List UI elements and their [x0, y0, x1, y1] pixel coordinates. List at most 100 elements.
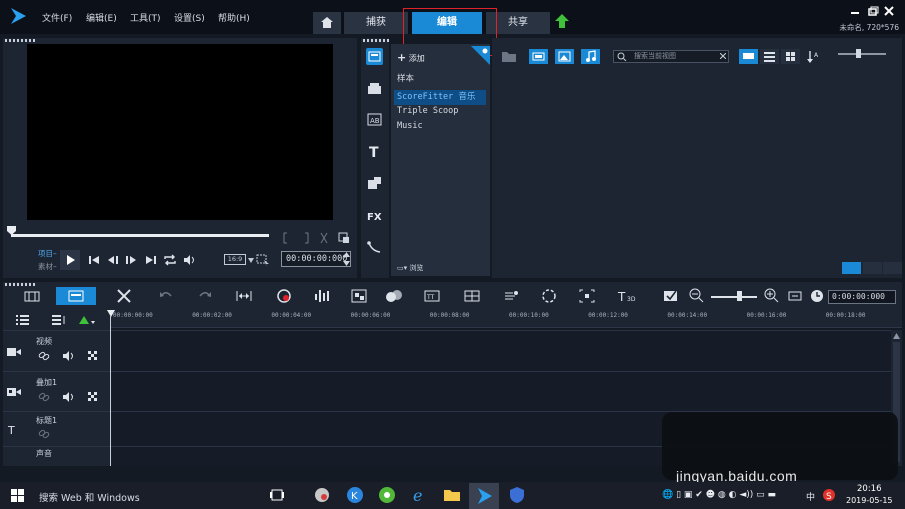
timeline-grip[interactable]: [5, 283, 35, 286]
show-photos-button[interactable]: [555, 49, 574, 64]
browse-button[interactable]: ▭▾ 浏览: [397, 263, 423, 273]
enable-ripple-icon[interactable]: [79, 315, 95, 325]
scrub-bar[interactable]: [11, 234, 269, 237]
multicam-icon[interactable]: TT: [423, 287, 441, 305]
timecode-stepper[interactable]: [343, 252, 350, 266]
record-capture-icon[interactable]: [275, 287, 293, 305]
zoom-slider[interactable]: [711, 296, 757, 298]
mask-icon[interactable]: [540, 287, 558, 305]
library-item[interactable]: ScoreFitter 音乐: [394, 90, 486, 105]
list-view-button[interactable]: [760, 49, 779, 64]
menu-edit[interactable]: 编辑(E): [86, 11, 117, 24]
toolbox-icon[interactable]: [115, 287, 133, 305]
app-icon-1[interactable]: [313, 486, 331, 504]
menu-file[interactable]: 文件(F): [42, 11, 72, 24]
split-clip-icon[interactable]: [320, 232, 328, 244]
chapter-point-icon[interactable]: [52, 314, 66, 326]
media-library-button[interactable]: [366, 48, 383, 65]
change-mode-icon[interactable]: [256, 254, 270, 267]
auto-music-icon[interactable]: [313, 287, 331, 305]
zoom-slider-knob[interactable]: [737, 291, 742, 301]
show-videos-button[interactable]: [529, 49, 548, 64]
mark-in-icon[interactable]: [283, 232, 287, 244]
windows-start-icon[interactable]: [11, 489, 24, 502]
link-icon[interactable]: [38, 392, 50, 402]
link-icon[interactable]: [38, 351, 50, 361]
green-app-icon[interactable]: [378, 486, 396, 504]
split-screen-icon[interactable]: [463, 287, 481, 305]
speed-icon[interactable]: [503, 287, 521, 305]
checker-icon[interactable]: [88, 392, 97, 401]
mode-project[interactable]: 项目–: [38, 248, 57, 259]
task-view-icon[interactable]: [268, 486, 286, 504]
clear-search-icon[interactable]: [720, 53, 726, 59]
link-icon[interactable]: [38, 428, 52, 440]
library-search-input[interactable]: 搜索当前视图: [613, 50, 729, 63]
fit-project-icon[interactable]: [235, 287, 253, 305]
mode-clip[interactable]: 素材–: [38, 261, 57, 272]
panel-layout-2-button[interactable]: [863, 262, 882, 274]
menu-settings[interactable]: 设置(S): [174, 11, 205, 24]
pin-corner-icon[interactable]: [471, 46, 490, 65]
timeline-view-button[interactable]: [56, 287, 96, 305]
thumbnail-view-button[interactable]: [739, 49, 758, 64]
file-explorer-icon[interactable]: [443, 486, 461, 504]
volume-icon[interactable]: [182, 253, 196, 267]
3d-title-icon[interactable]: T 3D: [617, 287, 639, 305]
motion-tracking-icon[interactable]: [350, 287, 368, 305]
show-audio-button[interactable]: [581, 49, 600, 64]
checker-icon[interactable]: [88, 351, 97, 360]
library-item[interactable]: 样本: [394, 72, 486, 87]
enlarge-icon[interactable]: [338, 232, 349, 243]
repeat-icon[interactable]: [163, 253, 177, 267]
add-folder-button[interactable]: + 添加: [397, 51, 425, 64]
overlay-track-area[interactable]: [111, 372, 891, 411]
swap-track-icon[interactable]: [662, 287, 680, 305]
instant-project-icon[interactable]: [366, 80, 383, 97]
thumbnail-size-slider[interactable]: [838, 53, 886, 55]
scrub-handle[interactable]: [7, 226, 16, 235]
minimize-icon[interactable]: [851, 12, 859, 14]
restore-icon[interactable]: [868, 6, 879, 16]
videostudio-taskbar-button[interactable]: [469, 483, 499, 509]
mute-icon[interactable]: [63, 392, 73, 402]
upload-icon[interactable]: [555, 14, 569, 30]
previous-frame-button[interactable]: [106, 253, 120, 267]
storyboard-view-icon[interactable]: [23, 287, 41, 305]
close-icon[interactable]: [884, 6, 894, 16]
clock-time[interactable]: 20:16: [857, 484, 882, 494]
undo-icon[interactable]: [157, 287, 175, 305]
menu-tools[interactable]: 工具(T): [130, 11, 161, 24]
timeline-timecode[interactable]: 0:00:00:000: [828, 290, 896, 304]
video-track-area[interactable]: [111, 331, 891, 371]
chevron-down-icon[interactable]: [248, 258, 254, 263]
home-start-button[interactable]: [87, 253, 101, 267]
transition-icon[interactable]: AB: [366, 111, 383, 128]
tab-capture[interactable]: 捕获: [344, 12, 408, 34]
redo-icon[interactable]: [196, 287, 214, 305]
panel-layout-3-button[interactable]: [883, 262, 902, 274]
s-app-tray-icon[interactable]: S: [823, 489, 835, 501]
stop-motion-icon[interactable]: [578, 287, 596, 305]
aspect-ratio-select[interactable]: 16:9: [224, 254, 246, 265]
edge-browser-icon[interactable]: e: [411, 486, 429, 504]
import-folder-icon[interactable]: [501, 50, 517, 63]
tray-icons[interactable]: 🌐 ▯ ▣ ✔ ☻ ◍ ◐ ◄)) ▭ ▬: [662, 490, 776, 500]
mark-out-icon[interactable]: [305, 232, 309, 244]
end-button[interactable]: [144, 253, 158, 267]
path-icon[interactable]: [366, 239, 383, 256]
next-frame-button[interactable]: [124, 253, 138, 267]
menu-help[interactable]: 帮助(H): [218, 11, 250, 24]
playhead-handle[interactable]: [107, 310, 115, 318]
panel-grip[interactable]: [5, 39, 35, 42]
zoom-out-icon[interactable]: [688, 287, 706, 305]
mute-icon[interactable]: [63, 351, 73, 361]
library-grip[interactable]: [363, 39, 391, 42]
library-item[interactable]: Triple Scoop Music: [394, 104, 486, 131]
zoom-in-icon[interactable]: [763, 287, 781, 305]
subtitle-icon[interactable]: [385, 287, 403, 305]
fit-timeline-icon[interactable]: [786, 287, 804, 305]
clock-date[interactable]: 2019-05-15: [846, 496, 893, 505]
taskbar-search[interactable]: 搜索 Web 和 Windows: [39, 490, 140, 504]
scroll-up-icon[interactable]: [893, 333, 900, 339]
